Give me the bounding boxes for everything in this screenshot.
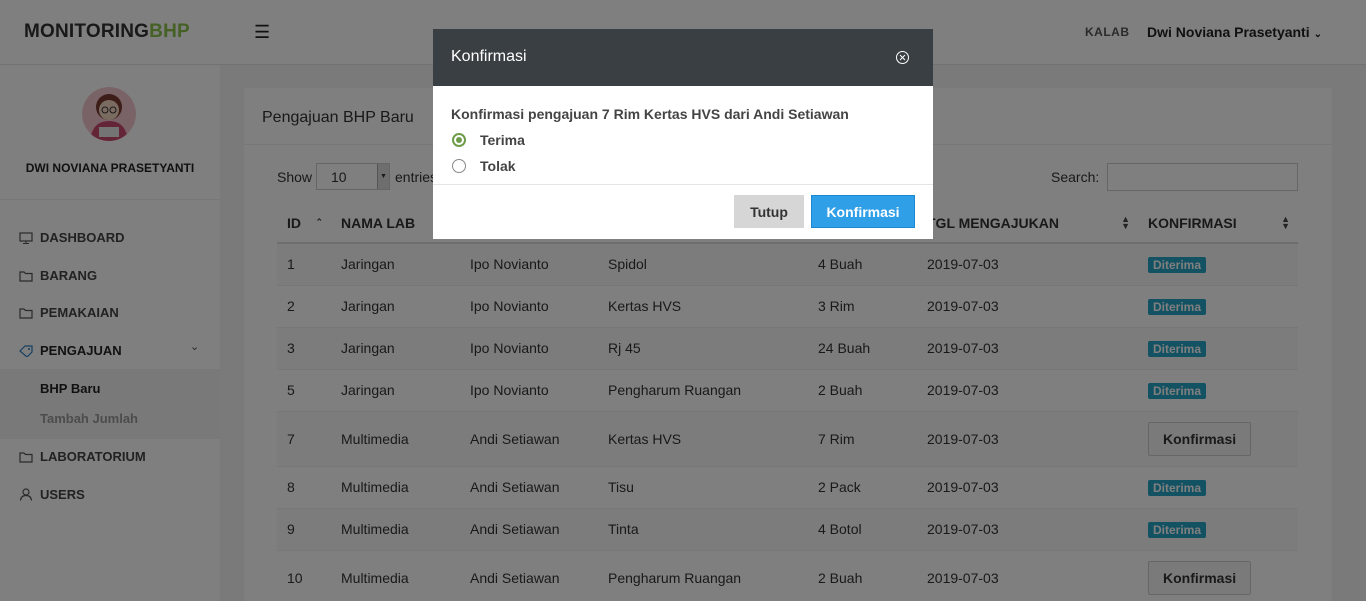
confirm-button[interactable]: Konfirmasi (811, 195, 915, 228)
close-icon[interactable] (895, 50, 910, 65)
close-button[interactable]: Tutup (734, 195, 804, 228)
confirm-modal: Konfirmasi Konfirmasi pengajuan 7 Rim Ke… (433, 29, 933, 239)
radio-label: Tolak (480, 158, 516, 174)
radio-button-checked[interactable] (452, 133, 466, 147)
modal-divider (433, 184, 933, 185)
modal-question: Konfirmasi pengajuan 7 Rim Kertas HVS da… (451, 106, 849, 122)
modal-title: Konfirmasi (451, 48, 527, 65)
radio-button[interactable] (452, 159, 466, 173)
modal-header: Konfirmasi (433, 29, 933, 86)
radio-tolak[interactable]: Tolak (452, 158, 516, 174)
radio-label: Terima (480, 132, 525, 148)
radio-terima[interactable]: Terima (452, 132, 525, 148)
